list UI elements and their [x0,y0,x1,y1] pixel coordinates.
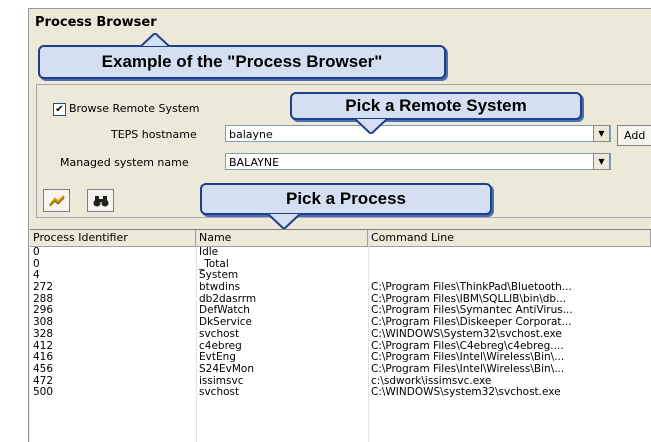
teps-hostname-label: TEPS hostname [111,128,197,141]
table-row[interactable]: 412 c4ebreg C:\Program Files\C4ebreg\c4ebr… [30,341,651,353]
browse-remote-checkbox[interactable]: ✔ [53,103,66,116]
teps-hostname-value: balayne [229,128,273,141]
table-row[interactable]: 308 DkService C:\Program Files\Diskeeper C… [30,317,651,329]
cell-name: svchost [199,387,240,399]
managed-system-label: Managed system name [60,156,189,169]
binoculars-icon [93,196,108,207]
column-header-name[interactable]: Name [196,230,368,246]
cell-command: C:\Program Files\Diskeeper Corporat... [371,317,572,329]
cell-pid: 456 [33,363,54,375]
callout-remote-text: Pick a Remote System [345,96,527,115]
cell-pid: 0 [33,247,40,258]
cell-name: S24EvMon [199,363,255,375]
cell-pid: 472 [33,375,54,387]
find-button[interactable] [87,189,114,212]
cell-pid: 296 [33,305,54,317]
cell-name: EvtEng [199,352,236,364]
cell-name: c4ebreg [199,340,242,352]
callout-remote: Pick a Remote System [290,92,582,134]
cell-name: db2dasrrm [199,293,257,305]
process-table: Process Identifier Name Command Line 0 Id… [30,229,651,442]
table-row[interactable]: 0 _Total [30,259,651,271]
callout-process-text: Pick a Process [285,189,407,208]
callout-process: Pick a Process [200,183,492,229]
cell-command [368,270,651,282]
browse-remote-label: Browse Remote System [69,102,200,115]
cell-pid: 328 [33,328,54,340]
cell-command: C:\Program Files\C4ebreg\c4ebreg.... [371,340,564,352]
table-body: 0 Idle 0 _Total 4 System 272 btwdins C:\Program … [30,247,651,399]
cell-command: C:\Program Files\IBM\SQLLIB\bin\db... [371,293,567,305]
cell-name: _Total [199,258,229,270]
table-row[interactable]: 328 svchost C:\WINDOWS\System32\svchost.ex… [30,329,651,341]
callout-example-text: Example of the "Process Browser" [101,52,383,71]
cell-name: Idle [199,247,219,258]
teps-hostname-combo[interactable]: balayne ▼ [225,125,611,142]
table-row[interactable]: 288 db2dasrrm C:\Program Files\IBM\SQLLIB\… [30,294,651,306]
cell-name: svchost [199,328,240,340]
table-row[interactable]: 0 Idle [30,247,651,259]
managed-system-value: BALAYNE [229,156,280,169]
cell-pid: 308 [33,317,54,329]
cell-pid: 288 [33,293,54,305]
table-row[interactable]: 272 btwdins C:\Program Files\ThinkPad\Blue… [30,282,651,294]
cell-pid: 0 [33,258,40,270]
callout-example: Example of the "Process Browser" [38,33,446,79]
callout-pointer [354,118,388,134]
column-header-pid[interactable]: Process Identifier [30,230,196,246]
cell-command: C:\Program Files\Intel\Wireless\Bin\... [371,352,565,364]
table-row[interactable]: 472 issimsvc c:\sdwork\issimsvc.exe [30,376,651,388]
table-row[interactable]: 296 DefWatch C:\Program Files\Symantec Ant… [30,305,651,317]
callout-pointer [267,213,301,229]
cell-pid: 272 [33,282,54,294]
cell-command [368,259,651,271]
table-row[interactable]: 4 System [30,270,651,282]
table-row[interactable]: 456 S24EvMon C:\Program Files\Intel\Wirele… [30,364,651,376]
cell-command: C:\Program Files\Symantec AntiVirus... [371,305,573,317]
cell-pid: 500 [33,387,54,399]
cell-command: c:\sdwork\issimsvc.exe [371,375,492,387]
cell-command: C:\Program Files\Intel\Wireless\Bin\... [371,363,565,375]
callout-pointer [140,33,170,47]
cell-command: C:\WINDOWS\system32\svchost.exe [371,387,561,399]
table-row[interactable]: 500 svchost C:\WINDOWS\system32\svchost.ex… [30,387,651,399]
chevron-down-icon[interactable]: ▼ [593,125,610,142]
cell-command [368,247,651,259]
table-header: Process Identifier Name Command Line [30,230,651,247]
cell-command: C:\Program Files\ThinkPad\Bluetooth... [371,282,572,294]
window-title: Process Browser [35,15,157,30]
refresh-icon [48,195,65,207]
cell-name: DkService [199,317,252,329]
cell-pid: 4 [33,270,40,282]
refresh-button[interactable] [43,189,70,212]
cell-pid: 412 [33,340,54,352]
add-button[interactable]: Add [617,125,651,146]
column-header-command[interactable]: Command Line [368,230,651,246]
cell-name: issimsvc [199,375,244,387]
table-row[interactable]: 416 EvtEng C:\Program Files\Intel\Wireless… [30,352,651,364]
cell-name: btwdins [199,282,241,294]
cell-name: DefWatch [199,305,250,317]
cell-command: C:\WINDOWS\System32\svchost.exe [371,328,562,340]
managed-system-combo[interactable]: BALAYNE ▼ [225,153,611,170]
cell-name: System [199,270,239,282]
chevron-down-icon[interactable]: ▼ [593,153,610,170]
cell-pid: 416 [33,352,54,364]
